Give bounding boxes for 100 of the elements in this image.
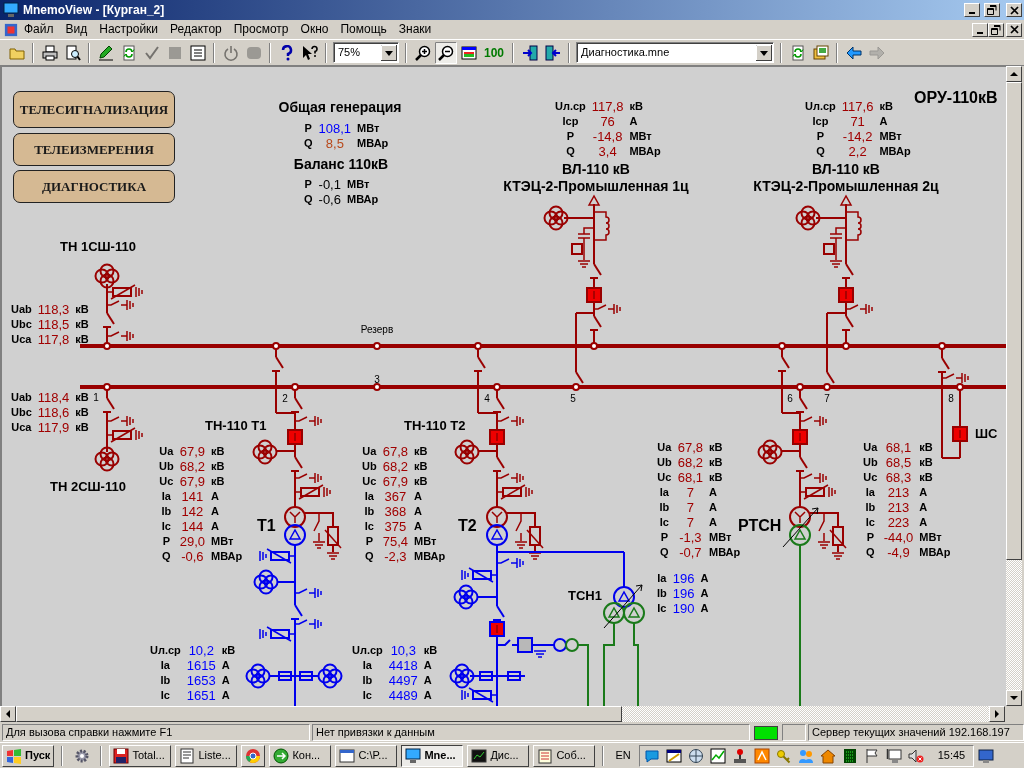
parameter-label: Iср — [812, 116, 829, 127]
parameter-label: P — [816, 131, 825, 142]
parameter-label: Uл.ср — [555, 101, 586, 112]
unit-label: кВ — [919, 457, 934, 468]
parameter-label: Ia — [160, 660, 170, 671]
measurement-value: -0,6 — [318, 193, 341, 206]
parameter-label: P — [304, 123, 312, 134]
status-text: Сервер текущих значений 192.168.197 — [808, 724, 1024, 741]
unit-label: МВАр — [357, 138, 389, 149]
measurement-value: 10,2 — [188, 644, 214, 657]
parameter-label: P — [365, 536, 373, 547]
parameter-label: Q — [304, 138, 313, 149]
equipment-name: ТН-110 Т2 — [404, 418, 466, 434]
unit-label: А — [629, 116, 639, 127]
bay-number: 4 — [484, 392, 490, 404]
bay-number: 7 — [824, 392, 830, 404]
unit-label: МВАр — [919, 547, 951, 558]
parameter-label: Q — [304, 194, 313, 205]
measurement-value: 4489 — [388, 689, 418, 702]
measurement-value: 118,4 — [37, 391, 70, 404]
measurement-value: -14,8 — [592, 130, 623, 143]
unit-label: МВАр — [211, 551, 243, 562]
parameter-label: Q — [365, 551, 374, 562]
unit-label: кВ — [879, 101, 894, 112]
parameter-label: Uc — [159, 476, 174, 487]
parameter-label: Ia — [657, 573, 667, 584]
measurement-value: 68,2 — [382, 460, 408, 473]
line-name: КТЭЦ-2-Промышленная 2ц — [753, 179, 939, 195]
measurement-value: 141 — [181, 490, 204, 503]
unit-label: А — [919, 517, 929, 528]
parameter-label: Ubc — [11, 407, 32, 418]
parameter-label: Ia — [161, 491, 171, 502]
unit-label: кВ — [75, 319, 89, 330]
unit-label: А — [879, 116, 889, 127]
parameter-label: Uca — [11, 422, 32, 433]
bay-number: 3 — [374, 373, 380, 385]
measurement-value: -44,0 — [883, 531, 914, 544]
parameter-label: Q — [816, 146, 825, 157]
measurement-value: 117,8 — [591, 100, 624, 113]
measurement-value: 67,9 — [179, 475, 205, 488]
unit-label: МВт — [357, 123, 381, 134]
unit-label: А — [700, 588, 709, 599]
measurement-value: 7 — [686, 501, 694, 514]
parameter-label: Q — [866, 547, 875, 558]
parameter-label: Ic — [161, 521, 171, 532]
unit-label: кВ — [414, 446, 429, 457]
unit-label: МВАр — [709, 547, 741, 558]
bay-number: 8 — [948, 392, 954, 404]
unit-label: А — [423, 690, 433, 701]
unit-label: МВАр — [414, 551, 446, 562]
equipment-name: ТН-110 Т1 — [205, 418, 267, 434]
unit-label: МВт — [629, 131, 653, 142]
parameter-label: Ic — [362, 690, 372, 701]
measurement-value: 190 — [672, 602, 695, 615]
unit-label: кВ — [75, 334, 89, 345]
measurement-value: 68,1 — [677, 471, 703, 484]
unit-label: кВ — [709, 472, 724, 483]
unit-label: кВ — [221, 645, 236, 656]
measurement-value: 118,3 — [37, 303, 70, 316]
measurement-value: 368 — [384, 505, 407, 518]
measurement-value: 142 — [181, 505, 204, 518]
section-heading: Т1 — [257, 517, 276, 535]
measurement-value: 213 — [887, 501, 910, 514]
measurement-value: 10,3 — [390, 644, 416, 657]
parameter-label: Ic — [865, 517, 875, 528]
parameter-label: Ub — [863, 457, 878, 468]
measurement-value: 67,8 — [677, 441, 703, 454]
measurement-value: -1,3 — [679, 531, 702, 544]
parameter-label: Iср — [562, 116, 579, 127]
section-heading: ОРУ-110кВ — [914, 89, 998, 107]
parameter-label: Ua — [159, 446, 174, 457]
parameter-label: Ia — [659, 487, 669, 498]
parameter-label: P — [304, 179, 312, 190]
unit-label: кВ — [709, 457, 724, 468]
unit-label: А — [211, 521, 220, 532]
parameter-label: Q — [162, 551, 171, 562]
measurement-value: 68,3 — [885, 471, 912, 484]
measurement-value: 1615 — [186, 659, 216, 672]
parameter-label: Q — [660, 547, 669, 558]
unit-label: кВ — [629, 101, 644, 112]
measurement-value: 118,5 — [37, 318, 70, 331]
measurement-value: 2,2 — [848, 145, 867, 158]
status-text: Для вызова справки нажмите F1 — [2, 724, 310, 741]
measurement-value: 68,1 — [885, 441, 912, 454]
measurement-value: -14,2 — [842, 130, 873, 143]
section-title: Баланс 110кВ — [293, 157, 389, 173]
parameter-label: Uab — [11, 392, 32, 403]
parameter-label: P — [660, 532, 668, 543]
measurement-value: 67,9 — [382, 475, 408, 488]
line-name: ВЛ-110 кВ — [562, 162, 630, 178]
unit-label: А — [414, 521, 423, 532]
parameter-label: Ia — [362, 660, 372, 671]
parameter-label: Ia — [865, 487, 875, 498]
bay-number: 1 — [93, 391, 99, 403]
unit-label: кВ — [919, 442, 934, 453]
measurement-value: 4497 — [388, 674, 418, 687]
measurement-value: 76 — [600, 115, 615, 128]
unit-label: А — [919, 502, 929, 513]
parameter-label: Ib — [657, 588, 667, 599]
parameter-label: Uc — [657, 472, 672, 483]
